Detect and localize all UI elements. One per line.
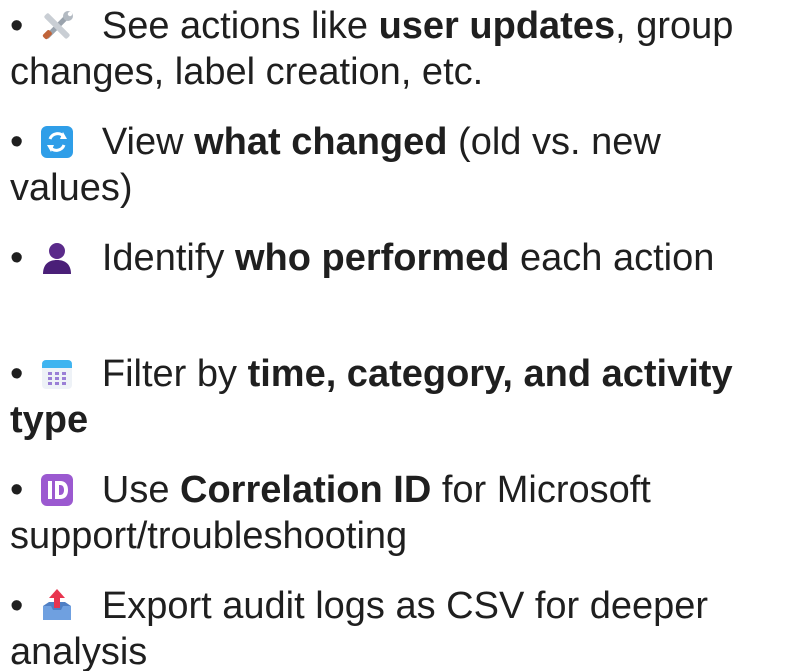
outbox-tray-icon [39, 588, 75, 624]
id-button-icon [39, 472, 75, 508]
list-item: • View what changed (old vs. new values) [10, 119, 785, 211]
bullet: • [10, 237, 24, 279]
bullet: • [10, 121, 24, 163]
refresh-arrows-icon [39, 124, 75, 160]
calendar-icon [39, 356, 75, 392]
item-text-pre: Export audit logs as CSV for deeper anal… [10, 585, 709, 671]
item-text-bold: what changed [194, 121, 448, 163]
item-text-pre: Use [91, 469, 181, 511]
list-item: • Export audit logs as CSV for deeper an… [10, 583, 785, 671]
list-item: • Identify who performed each action [10, 235, 785, 281]
item-text-pre: View [91, 121, 195, 163]
bullet: • [10, 353, 24, 395]
person-silhouette-icon [39, 240, 75, 276]
item-text-bold: user updates [378, 5, 616, 47]
bullet: • [10, 585, 24, 627]
item-text-pre: Identify [91, 237, 235, 279]
item-text-bold: who performed [234, 237, 510, 279]
list-item: • See actions like user updates, group c… [10, 3, 785, 95]
bullet: • [10, 5, 24, 47]
tools-icon [39, 8, 75, 44]
feature-list: • See actions like user updates, group c… [0, 0, 789, 671]
bullet: • [10, 469, 24, 511]
item-text-pre: Filter by [91, 353, 248, 395]
item-text-post: each action [509, 237, 715, 279]
item-text-pre: See actions like [91, 5, 379, 47]
list-item: • Filter by time, category, and activity… [10, 351, 785, 443]
item-text-bold: Correlation ID [180, 469, 432, 511]
list-item: • Use Correlation ID for Microsoft suppo… [10, 467, 785, 559]
